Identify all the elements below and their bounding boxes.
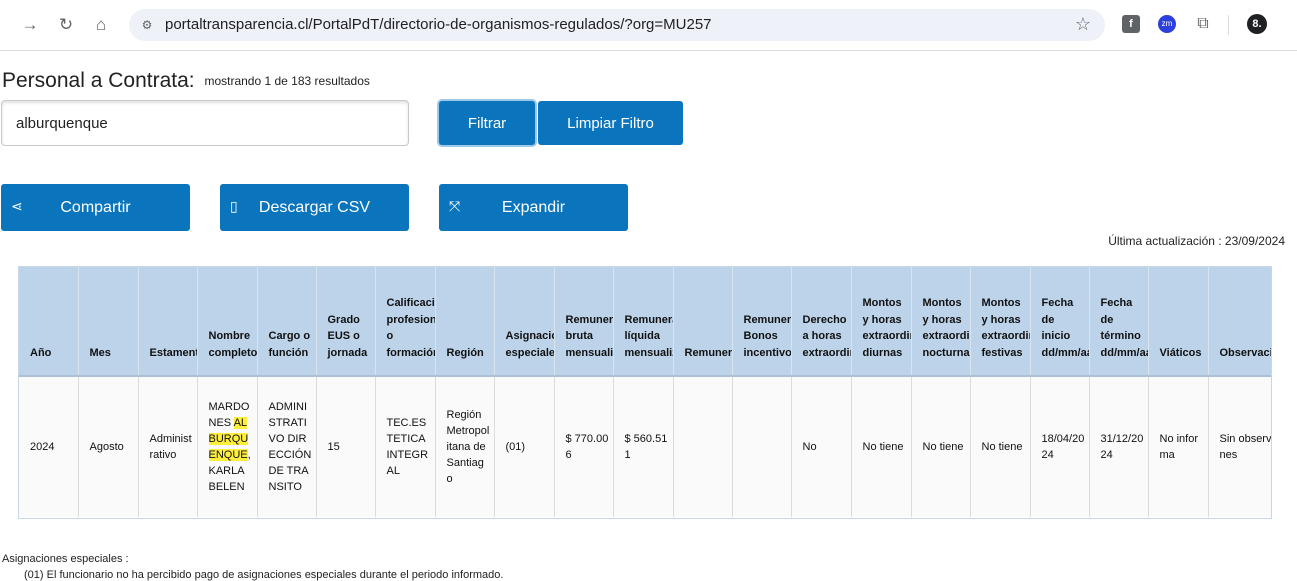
cell-festivas: No tiene xyxy=(970,376,1031,517)
expand-label: Expandir xyxy=(501,198,566,216)
cell-mes: Agosto xyxy=(78,376,139,517)
browser-toolbar: → ↻ ⌂ ⚙ portaltransparencia.cl/PortalPdT… xyxy=(0,0,1297,51)
download-csv-button[interactable]: ▯ Descargar CSV xyxy=(220,184,409,231)
col-header: Cargo o función xyxy=(257,267,317,377)
cell-termino: 31/12/2024 xyxy=(1089,376,1149,517)
col-header: Remuneración bruta mensualizada xyxy=(554,267,614,377)
facebook-extension-icon[interactable]: f xyxy=(1122,15,1140,33)
extensions-puzzle-icon[interactable]: ⧉ xyxy=(1194,15,1212,33)
filter-button[interactable]: Filtrar xyxy=(439,101,535,145)
cell-asignaciones: (01) xyxy=(494,376,555,517)
expand-button[interactable]: ⤧ Expandir xyxy=(439,184,628,231)
col-header: Remuneración Bonos incentivos xyxy=(732,267,792,377)
results-table: Año Mes Estamento Nombre completo Cargo … xyxy=(19,267,1271,517)
col-header: Viáticos xyxy=(1148,267,1209,377)
table-header-row: Año Mes Estamento Nombre completo Cargo … xyxy=(19,267,1271,377)
cell-derecho-horas: No xyxy=(791,376,852,517)
toolbar-separator xyxy=(1228,15,1229,35)
back-icon[interactable]: → xyxy=(18,13,42,37)
bookmark-star-icon[interactable]: ☆ xyxy=(1075,14,1091,35)
cell-observaciones: Sin observaciones xyxy=(1208,376,1271,517)
download-csv-label: Descargar CSV xyxy=(258,198,371,216)
col-header: Región xyxy=(435,267,495,377)
last-updated: Última actualización : 23/09/2024 xyxy=(1108,234,1285,248)
col-header: Fecha de inicio dd/mm/aa xyxy=(1030,267,1090,377)
col-header: Asignaciones especiales xyxy=(494,267,555,377)
col-header: Fecha de término dd/mm/aa xyxy=(1089,267,1149,377)
col-header: Nombre completo xyxy=(197,267,258,377)
cell-nocturnas: No tiene xyxy=(911,376,971,517)
col-header: Montos y horas extraordinarias nocturnas xyxy=(911,267,971,377)
col-header: Grado EUS o jornada xyxy=(316,267,376,377)
section-title: Personal a Contrata: xyxy=(2,69,195,92)
cell-liquida: $ 560.511 xyxy=(613,376,674,517)
share-button[interactable]: ⋖ Compartir xyxy=(1,184,190,231)
reload-icon[interactable]: ↻ xyxy=(54,13,78,37)
cell-bruta: $ 770.006 xyxy=(554,376,614,517)
cell-nombre: MARDONES ALBURQUENQUE, KARLA BELEN xyxy=(197,376,258,517)
cell-diurnas: No tiene xyxy=(851,376,912,517)
profile-avatar[interactable]: 8. xyxy=(1247,14,1267,34)
cell-inicio: 18/04/2024 xyxy=(1030,376,1090,517)
home-icon[interactable]: ⌂ xyxy=(89,13,113,37)
col-header: Observaciones xyxy=(1208,267,1271,377)
cell-adicionales xyxy=(673,376,733,517)
csv-file-icon: ▯ xyxy=(230,198,238,214)
footnote-title: Asignaciones especiales : xyxy=(2,553,129,565)
cell-cargo: ADMINISTRATIVO DIRECCIÓN DE TRANSITO xyxy=(257,376,317,517)
cell-calificacion: TEC.ESTETICA INTEGRAL xyxy=(375,376,436,517)
cell-estamento: Administrativo xyxy=(138,376,198,517)
col-header: Montos y horas extraordinarias diurnas xyxy=(851,267,912,377)
results-count: mostrando 1 de 183 resultados xyxy=(204,74,370,88)
cell-grado: 15 xyxy=(316,376,376,517)
expand-arrows-icon: ⤧ xyxy=(449,198,461,214)
results-table-container[interactable]: Año Mes Estamento Nombre completo Cargo … xyxy=(18,266,1272,519)
col-header: Año xyxy=(19,267,79,377)
col-header: Calificación profesional o formación xyxy=(375,267,436,377)
share-label: Compartir xyxy=(60,198,131,216)
col-header: Mes xyxy=(78,267,139,377)
col-header: Remuneración líquida mensualizada xyxy=(613,267,674,377)
cell-viaticos: No informa xyxy=(1148,376,1209,517)
table-row: 2024 Agosto Administrativo MARDONES ALBU… xyxy=(19,376,1271,517)
col-header: Estamento xyxy=(138,267,198,377)
cell-bonos xyxy=(732,376,792,517)
url-text: portaltransparencia.cl/PortalPdT/directo… xyxy=(165,16,712,33)
page-title: Personal a Contrata: mostrando 1 de 183 … xyxy=(2,69,370,93)
cell-region: Región Metropolitana de Santiago xyxy=(435,376,495,517)
zoom-extension-icon[interactable]: zm xyxy=(1158,15,1176,33)
col-header: Montos y horas extraordinarias festivas xyxy=(970,267,1031,377)
address-bar[interactable]: ⚙ portaltransparencia.cl/PortalPdT/direc… xyxy=(129,9,1105,41)
share-icon: ⋖ xyxy=(11,198,23,214)
col-header: Remuneraciones adicionales xyxy=(673,267,733,377)
cell-anio: 2024 xyxy=(19,376,79,517)
footnote-item: (01) El funcionario no ha percibido pago… xyxy=(24,569,504,581)
col-header: Derecho a horas extraordinarias xyxy=(791,267,852,377)
site-settings-icon[interactable]: ⚙ xyxy=(139,17,155,33)
clear-filter-button[interactable]: Limpiar Filtro xyxy=(538,101,683,145)
search-input[interactable] xyxy=(1,100,409,146)
